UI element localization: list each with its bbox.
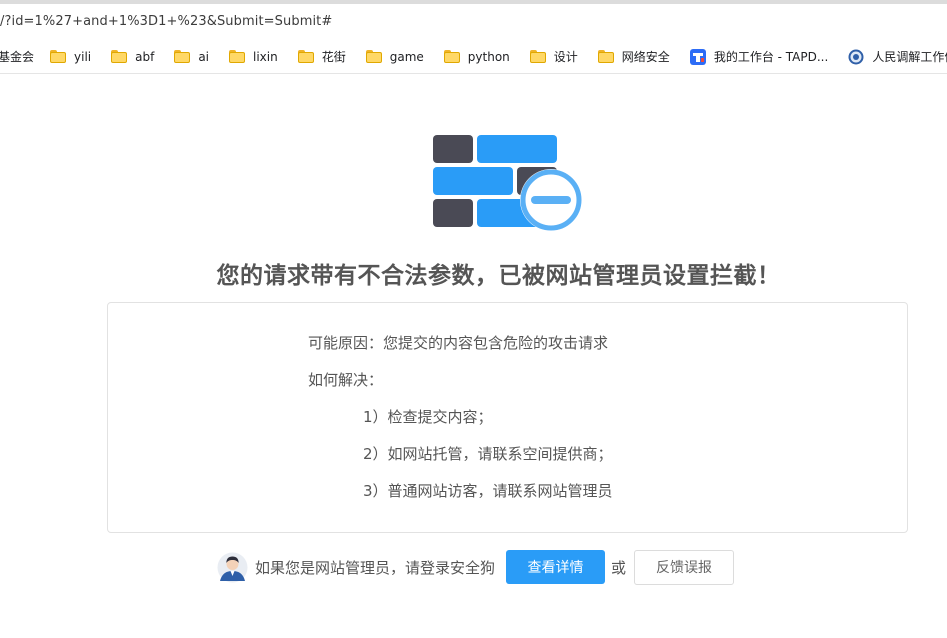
bookmark-label: 我的工作台 - TAPD... [713,50,829,64]
resolve-heading: 如何解决： [308,371,384,389]
bookmark-label: yili [74,49,92,64]
folder-icon [297,50,314,63]
bookmark-folder[interactable]: 网络安全 [597,48,670,65]
folder-icon [597,50,614,63]
folder-icon [229,50,246,63]
folder-icon [174,50,191,63]
bookmark-label: python [467,49,510,64]
bookmark-label: 网络安全 [621,50,670,64]
bookmark-label: 花街 [321,50,346,64]
report-false-positive-button[interactable]: 反馈误报 [634,549,735,585]
view-details-button[interactable]: 查看详情 [506,550,606,584]
block-title: 您的请求带有不合法参数，已被网站管理员设置拦截！ [216,263,781,289]
folder-icon [50,50,67,63]
bookmark-folder[interactable]: ai [174,50,209,64]
bookmark-folder[interactable]: python [443,49,510,64]
bookmark-label: 设计 [553,50,578,64]
step-item: 3）普通网站访客，请联系网站管理员 [363,482,613,500]
firewall-block-icon [433,133,585,233]
bookmark-label: game [389,49,424,64]
bookmark-folder[interactable]: 设计 [529,48,578,65]
folder-icon [365,50,382,63]
bookmark-label: ai [198,49,210,64]
bookmarks-bar: 基金会 yili abf ai lixin 花街 game python 设计 … [0,40,947,74]
bookmark-folder[interactable]: yili [50,50,91,64]
reason-text: 可能原因：您提交的内容包含危险的攻击请求 [308,334,609,352]
bookmark-folder[interactable]: 花街 [297,48,346,65]
tapd-icon [689,48,706,65]
bookmark-label: lixin [253,49,278,64]
step-item: 2）如网站托管，请联系空间提供商； [363,445,613,463]
bookmark-label: 人民调解工作信息... [872,50,947,64]
bookmark-folder[interactable]: lixin [229,50,278,64]
admin-avatar-icon [217,552,248,583]
folder-icon [443,50,460,63]
folder-icon [111,50,128,63]
admin-footer: 如果您是网站管理员，请登录安全狗 查看详情 或 反馈误报 [217,549,735,585]
url-text[interactable]: /?id=1%27+and+1%3D1+%23&Submit=Submit# [0,14,332,29]
bookmark-item[interactable]: 我的工作台 - TAPD... [689,48,829,65]
bookmark-item[interactable]: 人民调解工作信息... [848,48,947,65]
bookmark-folder[interactable]: abf [111,50,154,64]
address-bar[interactable]: /?id=1%27+and+1%3D1+%23&Submit=Submit# [0,4,947,40]
folder-icon [529,50,546,63]
emblem-icon [848,49,864,65]
step-item: 1）检查提交内容； [363,408,493,426]
bookmark-label: abf [135,49,155,64]
bookmark-item[interactable]: 基金会 [0,48,34,65]
admin-prompt: 如果您是网站管理员，请登录安全狗 [255,558,496,577]
bookmark-folder[interactable]: game [365,49,424,64]
or-text: 或 [611,558,627,577]
bookmark-label: 基金会 [0,50,35,64]
info-panel: 可能原因：您提交的内容包含危险的攻击请求 如何解决： 1）检查提交内容； 2）如… [107,302,908,533]
